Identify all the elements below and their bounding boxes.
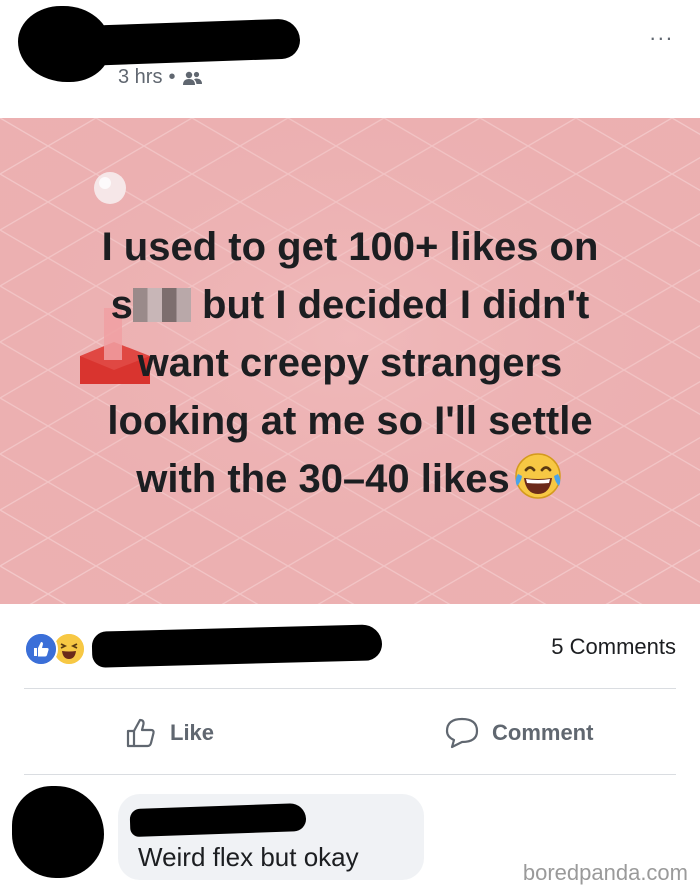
pearl-decoration (94, 172, 126, 204)
meta-separator: • (168, 66, 176, 88)
redacted-reactors[interactable] (91, 624, 383, 668)
like-icon (24, 632, 58, 666)
post-time[interactable]: 3 hrs (118, 66, 162, 89)
divider (24, 774, 676, 775)
laughing-tears-emoji-icon (515, 453, 561, 499)
post-text: I used to get 100+ likes on s but I deci… (40, 218, 660, 508)
reactions-bar: 5 Comments (0, 604, 700, 688)
reaction-icons[interactable] (24, 632, 86, 666)
comment-label: Comment (492, 720, 594, 745)
like-label: Like (170, 720, 215, 745)
comment-text: Weird flex but okay (138, 842, 359, 872)
post-line-4: looking at me so I'll settle (107, 399, 593, 443)
friends-icon (183, 71, 203, 85)
post-line-2-suffix: but I decided I didn't (202, 283, 590, 327)
post-background: I used to get 100+ likes on s but I deci… (0, 118, 700, 604)
post-line-5-text: with the 30–40 likes (136, 457, 510, 501)
post-header: 3 hrs • ... (0, 0, 700, 118)
redacted-commenter-avatar[interactable] (12, 786, 104, 878)
post-line-3: want creepy strangers (137, 341, 563, 385)
comment-button[interactable]: Comment (444, 712, 593, 754)
pixelated-censor (132, 288, 191, 322)
comment-count[interactable]: 5 Comments (551, 634, 676, 660)
divider (24, 688, 676, 689)
post-meta: 3 hrs • (118, 66, 203, 89)
post-line-2: s but I decided I didn't (40, 276, 660, 334)
more-dots-icon[interactable]: ... (650, 20, 674, 46)
comment-icon (445, 717, 479, 749)
watermark: boredpanda.com (522, 860, 688, 885)
thumbs-up-icon (126, 718, 155, 748)
post-line-1: I used to get 100+ likes on (101, 225, 599, 269)
post-line-5: with the 30–40 likes (40, 450, 660, 508)
post-line-2-prefix: s (110, 283, 133, 327)
like-button[interactable]: Like (124, 712, 214, 754)
redacted-author-name[interactable] (89, 18, 301, 66)
